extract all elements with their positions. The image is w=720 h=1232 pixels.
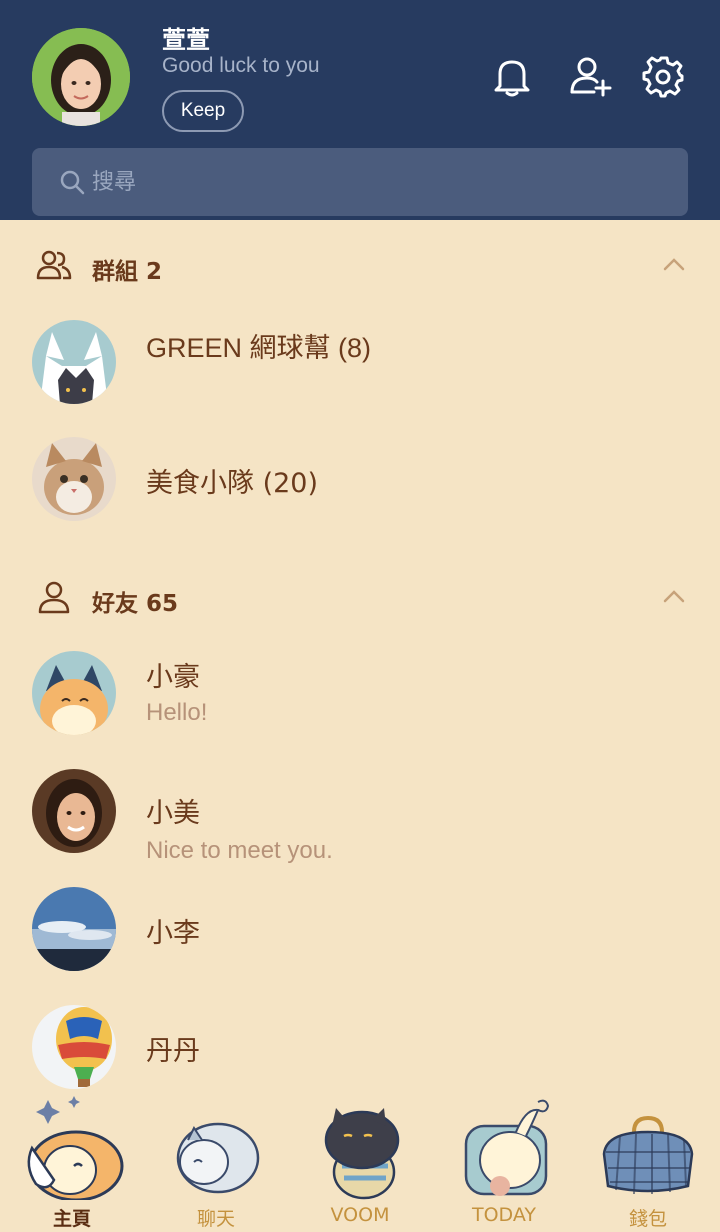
search-icon xyxy=(60,170,85,195)
groups-section-title: 群組 2 xyxy=(92,259,163,285)
group-icon xyxy=(36,250,72,280)
chevron-up-icon[interactable] xyxy=(660,254,688,274)
nav-chat[interactable]: 聊天 xyxy=(144,1090,288,1232)
group-row[interactable]: 美食小隊 (20) xyxy=(0,437,720,537)
search-bar[interactable] xyxy=(32,148,688,216)
friend-avatar xyxy=(32,1005,116,1089)
friend-row[interactable]: 小美 Nice to meet you. xyxy=(0,769,720,869)
nav-voom-label: VOOM xyxy=(330,1204,390,1226)
group-avatar xyxy=(32,320,116,404)
group-row[interactable]: GREEN 網球幫 (8) xyxy=(0,320,720,420)
friend-avatar xyxy=(32,651,116,735)
voom-black-cat-icon xyxy=(324,1108,400,1200)
friends-section-header[interactable]: 好友 65 xyxy=(0,568,720,628)
friends-section-title: 好友 65 xyxy=(92,591,179,617)
friend-name: 小美 xyxy=(146,798,200,829)
wallet-purse-icon xyxy=(602,1115,694,1195)
profile-avatar[interactable] xyxy=(32,28,130,126)
profile-status-message: Good luck to you xyxy=(162,54,320,77)
groups-section-header[interactable]: 群組 2 xyxy=(0,236,720,296)
nav-voom[interactable]: VOOM xyxy=(288,1090,432,1232)
gear-icon[interactable] xyxy=(642,54,686,98)
bottom-nav: 主頁 聊天 VOOM TODAY 錢包 xyxy=(0,1090,720,1232)
friend-row[interactable]: 小豪 Hello! xyxy=(0,651,720,751)
friend-avatar xyxy=(32,769,116,853)
nav-chat-label: 聊天 xyxy=(196,1208,235,1230)
group-avatar xyxy=(32,437,116,521)
search-input[interactable] xyxy=(92,148,652,216)
friend-status-message: Hello! xyxy=(146,699,208,726)
chevron-up-icon[interactable] xyxy=(660,586,688,606)
add-friend-icon[interactable] xyxy=(568,54,612,98)
profile-header: 萱萱 Good luck to you Keep xyxy=(0,0,720,220)
friend-name: 小豪 xyxy=(146,662,200,693)
chat-sleeping-cat-icon xyxy=(176,1122,260,1194)
friend-status-message: Nice to meet you. xyxy=(146,837,333,864)
bell-icon[interactable] xyxy=(490,54,534,98)
friend-row[interactable]: 小李 xyxy=(0,887,720,987)
friend-avatar xyxy=(32,887,116,971)
friend-icon xyxy=(38,581,70,614)
nav-wallet-label: 錢包 xyxy=(628,1208,667,1230)
group-name: GREEN 網球幫 (8) xyxy=(146,333,372,363)
home-fox-icon xyxy=(27,1096,124,1200)
profile-name: 萱萱 xyxy=(162,26,210,54)
group-name: 美食小隊 (20) xyxy=(146,468,319,499)
nav-home[interactable]: 主頁 xyxy=(0,1090,144,1232)
friend-name: 小李 xyxy=(146,918,200,949)
today-bunny-pillow-icon xyxy=(464,1099,550,1196)
nav-home-label: 主頁 xyxy=(52,1208,91,1230)
keep-button[interactable]: Keep xyxy=(162,90,244,132)
friend-name: 丹丹 xyxy=(146,1036,200,1067)
nav-wallet[interactable]: 錢包 xyxy=(576,1090,720,1232)
nav-today[interactable]: TODAY xyxy=(432,1090,576,1232)
nav-today-label: TODAY xyxy=(472,1204,536,1226)
